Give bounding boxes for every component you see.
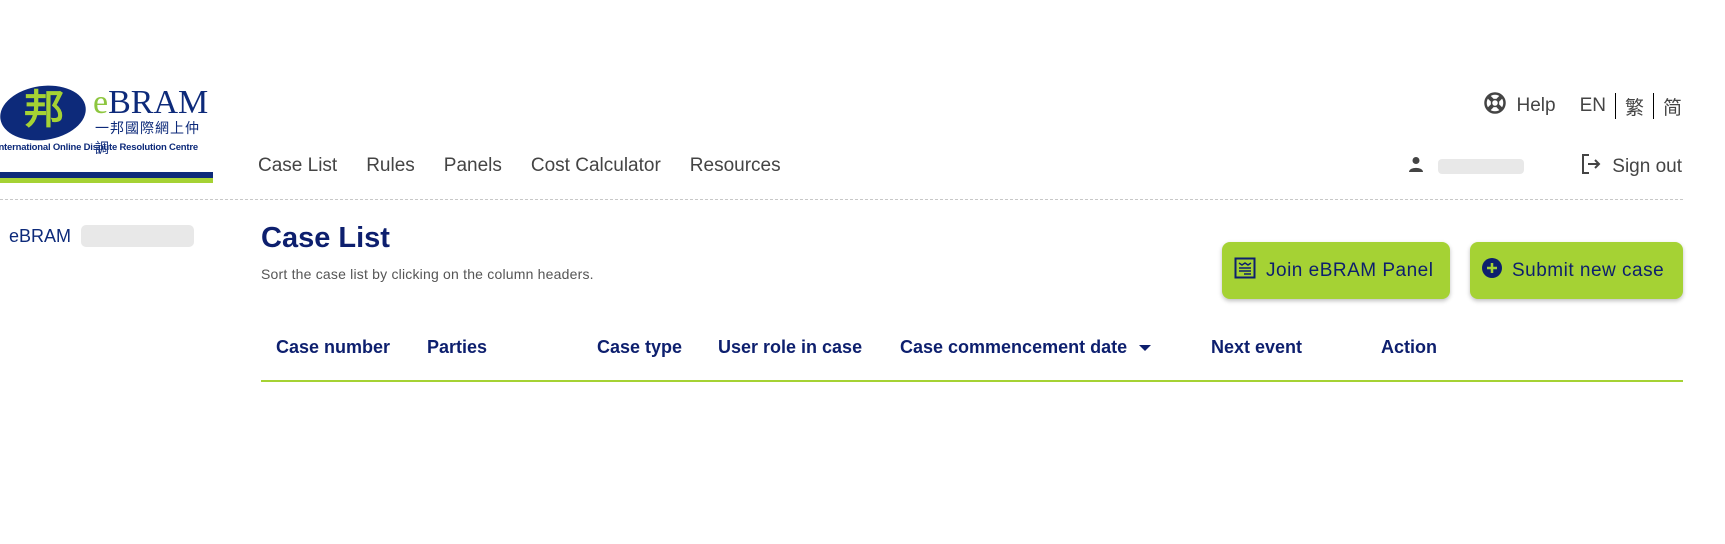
nav-cost-calculator[interactable]: Cost Calculator xyxy=(531,155,661,177)
column-label: Action xyxy=(1381,337,1437,357)
help-label: Help xyxy=(1516,95,1556,116)
user-name-redacted xyxy=(1438,159,1524,174)
nav-panels[interactable]: Panels xyxy=(444,155,502,177)
lang-traditional-chinese[interactable]: 繁 xyxy=(1616,93,1653,120)
sign-out-label: Sign out xyxy=(1612,156,1682,177)
person-icon xyxy=(1408,156,1424,177)
form-icon xyxy=(1234,257,1256,285)
column-header-commencement-date[interactable]: Case commencement date xyxy=(900,337,1152,358)
column-label: Next event xyxy=(1211,337,1303,357)
column-header-action[interactable]: Action xyxy=(1381,337,1437,358)
column-label: Case type xyxy=(597,337,683,357)
column-header-next-event[interactable]: Next event xyxy=(1211,337,1302,358)
lang-simplified-chinese[interactable]: 简 xyxy=(1654,93,1682,120)
logo-bar-green xyxy=(0,178,213,183)
user-info[interactable] xyxy=(1408,156,1524,177)
sort-descending-icon xyxy=(1139,344,1152,351)
sidebar-org-redacted xyxy=(81,225,195,247)
column-label: Case number xyxy=(276,337,391,357)
logo-wordmark: eBRAM xyxy=(93,86,208,120)
lifebuoy-icon xyxy=(1484,92,1507,120)
column-label: Parties xyxy=(427,337,488,357)
logo-wordmark-e: e xyxy=(93,84,109,121)
header-utilities: Help EN 繁 简 xyxy=(1484,92,1682,120)
language-switcher: EN 繁 简 xyxy=(1580,93,1682,120)
sign-out-button[interactable]: Sign out xyxy=(1580,153,1682,181)
help-link[interactable]: Help xyxy=(1484,92,1556,120)
nav-rules[interactable]: Rules xyxy=(366,155,415,177)
join-panel-button[interactable]: Join eBRAM Panel xyxy=(1222,242,1450,299)
logout-icon xyxy=(1580,153,1602,181)
column-header-case-type[interactable]: Case type xyxy=(597,337,682,358)
page-hint: Sort the case list by clicking on the co… xyxy=(261,266,594,282)
column-header-parties[interactable]: Parties xyxy=(427,337,487,358)
logo-glyph: 邦 xyxy=(24,86,64,133)
page-title: Case List xyxy=(261,222,390,254)
submit-new-case-label: Submit new case xyxy=(1512,259,1665,281)
sidebar-org-selector[interactable]: eBRAM xyxy=(9,225,195,247)
ebram-logo[interactable]: 邦 eBRAM 一邦國際網上仲調 International Online Di… xyxy=(0,80,213,184)
submit-new-case-button[interactable]: Submit new case xyxy=(1470,242,1683,299)
logo-subtitle: International Online Dispute Resolution … xyxy=(0,142,198,153)
nav-case-list[interactable]: Case List xyxy=(258,155,337,177)
lang-en[interactable]: EN xyxy=(1580,95,1615,117)
column-label: User role in case xyxy=(718,337,863,357)
main-nav: Case List Rules Panels Cost Calculator R… xyxy=(258,155,781,177)
column-label: Case commencement date xyxy=(900,337,1128,357)
join-panel-label: Join eBRAM Panel xyxy=(1266,259,1434,281)
logo-wordmark-rest: BRAM xyxy=(108,84,209,121)
case-table-header: Case number Parties Case type User role … xyxy=(261,335,1683,382)
header-divider xyxy=(0,199,1683,200)
nav-resources[interactable]: Resources xyxy=(690,155,781,177)
sidebar-org-label: eBRAM xyxy=(9,225,72,246)
plus-circle-icon xyxy=(1482,257,1502,284)
column-header-user-role[interactable]: User role in case xyxy=(718,337,862,358)
column-header-case-number[interactable]: Case number xyxy=(276,337,390,358)
